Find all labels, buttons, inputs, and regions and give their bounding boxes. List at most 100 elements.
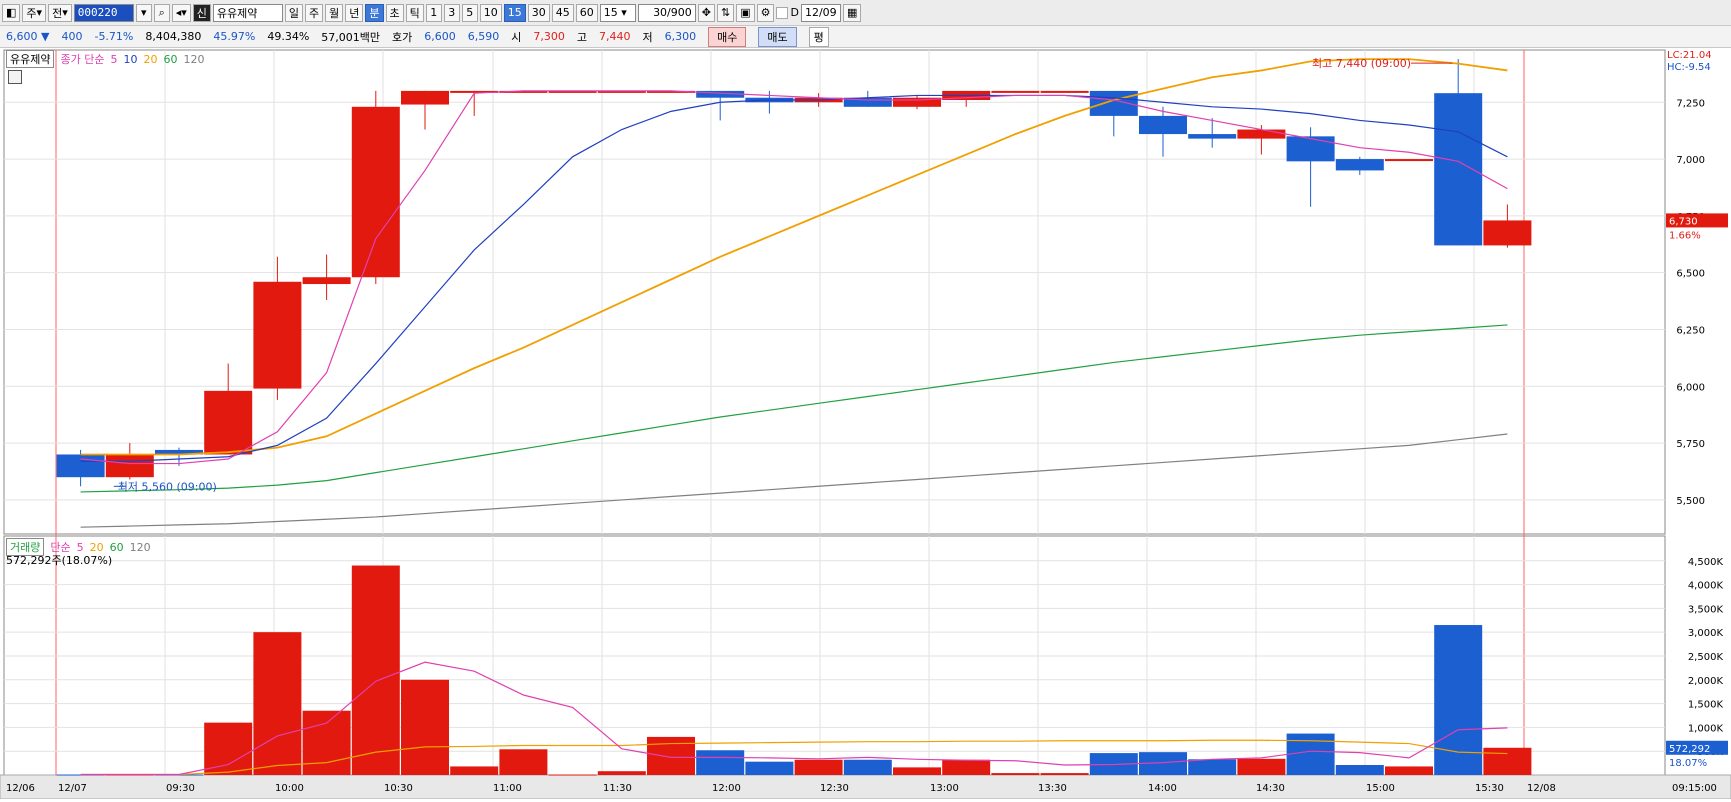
volume-bar xyxy=(1483,747,1532,775)
candle-body xyxy=(1040,90,1089,93)
legend-stock-name[interactable]: 유유제약 xyxy=(6,50,55,68)
layout-icon[interactable]: ◧ xyxy=(2,3,21,22)
volume-bar xyxy=(204,722,253,775)
volume-bar xyxy=(843,759,892,775)
gear-icon[interactable]: ⚙ xyxy=(756,3,775,22)
candle-body xyxy=(351,106,400,278)
search-icon[interactable]: ⌕ xyxy=(153,3,170,22)
save-icon[interactable]: ▣ xyxy=(736,3,755,22)
period-week-button[interactable]: 주 xyxy=(305,3,324,22)
volume-tick-label: 1,000K xyxy=(1688,723,1724,734)
interval-select[interactable]: 15 ▾ xyxy=(599,3,636,22)
interval-5-button[interactable]: 5 xyxy=(461,3,478,22)
period-tick-button[interactable]: 틱 xyxy=(405,3,424,22)
price-legend: 유유제약 종가 단순 5 10 20 60 120 xyxy=(6,50,204,68)
candle-body xyxy=(1237,129,1286,139)
candle-body xyxy=(1434,93,1483,246)
interval-15-button[interactable]: 15 xyxy=(503,3,526,22)
new-badge: 신 xyxy=(192,3,211,22)
interval-60-button[interactable]: 60 xyxy=(575,3,598,22)
period-second-button[interactable]: 초 xyxy=(385,3,404,22)
trade-amount: 57,001백만 xyxy=(321,30,381,44)
indicator-icon[interactable]: ⇅ xyxy=(716,3,735,22)
code-dropdown-chevron-icon[interactable]: ▾ xyxy=(135,3,152,22)
volume-bar xyxy=(745,761,794,775)
period-year-button[interactable]: 년 xyxy=(345,3,364,22)
mode-secondary-label: 전 xyxy=(52,6,63,20)
time-axis-label: 12:30 xyxy=(820,783,849,794)
stock-code-input[interactable]: 000220 xyxy=(73,3,134,22)
time-axis-label: 10:30 xyxy=(384,783,413,794)
date-field[interactable]: 12/09 xyxy=(800,3,841,22)
volume-bar xyxy=(942,759,991,775)
time-axis-label: 10:00 xyxy=(275,783,304,794)
quote-label: 호가 xyxy=(392,30,413,44)
high-annotation: 최고 7,440 (09:00) xyxy=(1312,57,1411,70)
legend-ma10: 10 xyxy=(123,52,138,66)
legend-vol-ma120: 120 xyxy=(129,540,151,554)
price-pane-frame xyxy=(3,49,1666,535)
time-axis-label: 14:00 xyxy=(1148,783,1177,794)
mode-select-primary[interactable]: 주 ▾ xyxy=(22,3,47,22)
volume-bar xyxy=(991,773,1040,775)
candle-body xyxy=(401,90,449,105)
chart-area[interactable]: 7,2507,0006,7506,5006,2506,0005,7505,500… xyxy=(0,48,1731,800)
volume-bar xyxy=(401,679,449,775)
time-axis-bar xyxy=(0,774,1731,800)
price-volume-chart[interactable]: 7,2507,0006,7506,5006,2506,0005,7505,500… xyxy=(0,48,1731,800)
candle-body xyxy=(1188,134,1237,139)
volume-bar xyxy=(1385,766,1433,775)
period-minute-button[interactable]: 분 xyxy=(365,3,384,22)
stock-name-field: 유유제약 xyxy=(212,3,283,22)
calendar-icon[interactable]: ▦ xyxy=(842,3,862,22)
mode-primary-label: 주 xyxy=(26,6,37,20)
legend-ma120: 120 xyxy=(183,52,205,66)
quote-info-bar: 6,600 ▼ 400 -5.71% 8,404,380 45.97% 49.3… xyxy=(0,26,1731,48)
lc-label: LC:21.04 xyxy=(1667,50,1712,61)
volume-bar xyxy=(696,750,745,775)
price-change-pct: -5.71% xyxy=(94,30,134,43)
volume-bar xyxy=(597,771,646,775)
price-tick-label: 5,750 xyxy=(1676,439,1705,450)
interval-45-button[interactable]: 45 xyxy=(551,3,574,22)
volume-bar xyxy=(1335,765,1384,775)
mode-select-secondary[interactable]: 전 ▾ xyxy=(48,3,72,22)
candle-body xyxy=(1483,220,1532,246)
candle-body xyxy=(204,390,253,455)
buy-button[interactable]: 매수 xyxy=(708,26,747,47)
candle-body xyxy=(1335,159,1384,171)
time-axis-label: 11:00 xyxy=(493,783,522,794)
chart-settings-icon[interactable] xyxy=(8,70,22,84)
period-month-button[interactable]: 월 xyxy=(325,3,344,22)
interval-3-button[interactable]: 3 xyxy=(443,3,460,22)
interval-30-button[interactable]: 30 xyxy=(527,3,550,22)
time-axis-label: 15:00 xyxy=(1366,783,1395,794)
volume-tick-label: 2,500K xyxy=(1688,652,1724,663)
sell-button[interactable]: 매도 xyxy=(758,26,797,47)
interval-1-button[interactable]: 1 xyxy=(425,3,442,22)
ask-price: 6,600 xyxy=(424,30,456,43)
volume-tick-label: 2,000K xyxy=(1688,676,1724,687)
interval-10-button[interactable]: 10 xyxy=(479,3,502,22)
average-button[interactable]: 평 xyxy=(808,26,829,47)
period-day-button[interactable]: 일 xyxy=(284,3,304,22)
legend-ma-label: 종가 단순 xyxy=(60,53,105,66)
time-axis-label: 11:30 xyxy=(603,783,632,794)
current-price: 6,600 ▼ xyxy=(6,30,49,43)
candle-body xyxy=(1385,159,1433,162)
time-axis-label: 15:30 xyxy=(1475,783,1504,794)
volume-tick-label: 3,500K xyxy=(1688,604,1724,615)
volume-bar xyxy=(893,767,941,775)
candle-body xyxy=(105,454,154,478)
candle-body xyxy=(991,90,1040,93)
time-axis-label: 14:30 xyxy=(1256,783,1285,794)
time-axis-label: 12/07 xyxy=(58,783,87,794)
current-volume-pct-label: 18.07% xyxy=(1669,758,1707,769)
date-checkbox[interactable] xyxy=(776,6,789,19)
crosshair-icon[interactable]: ✥ xyxy=(697,3,715,22)
speaker-icon[interactable]: ◂▾ xyxy=(171,3,191,22)
count-field[interactable]: 30/900 xyxy=(637,3,696,22)
volume-tick-label: 3,000K xyxy=(1688,628,1724,639)
legend-ma60: 60 xyxy=(163,52,178,66)
volume-bar xyxy=(1040,773,1089,775)
